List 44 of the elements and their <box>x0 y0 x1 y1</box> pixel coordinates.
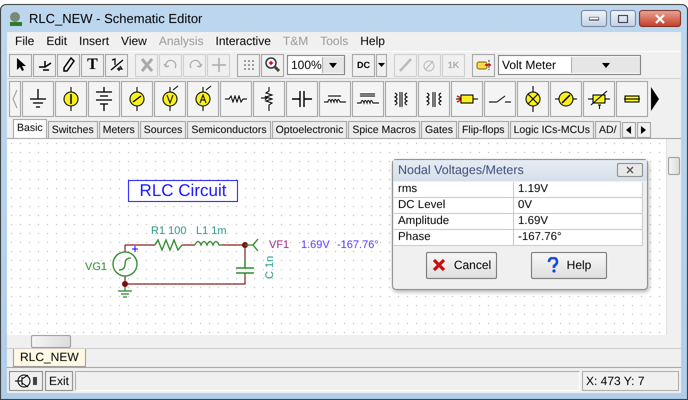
component-label: C 1n <box>264 256 276 279</box>
probe-label: VF1 <box>269 238 290 251</box>
circuit-title: RLC Circuit <box>128 180 238 202</box>
table-cell: -167.76° <box>514 230 643 246</box>
document-tab[interactable]: RLC_NEW <box>13 348 86 367</box>
probe-value: 1.69V <box>301 238 330 251</box>
category-tab[interactable]: Gates <box>420 120 457 138</box>
analysis-button[interactable]: DC <box>352 54 375 77</box>
table-cell: rms <box>394 182 514 198</box>
table-cell: 1.19V <box>514 182 643 198</box>
category-tab[interactable]: Optoelectronic <box>272 120 348 138</box>
category-tab[interactable]: Semiconductors <box>187 120 271 138</box>
cursor-coordinates: X: 473 Y: 7 <box>582 370 679 391</box>
dialog-title: Nodal Voltages/Meters <box>398 163 524 178</box>
zoom-field[interactable]: 100% <box>287 55 345 76</box>
menu-item[interactable]: Insert <box>73 34 116 48</box>
table-cell: 1.69V <box>514 214 643 230</box>
category-tab[interactable]: Switches <box>48 120 98 138</box>
table-cell: 0V <box>514 198 643 214</box>
component-field[interactable]: Volt Meter <box>498 55 641 76</box>
menu-item[interactable]: View <box>115 34 153 48</box>
category-tab[interactable]: Sources <box>140 120 186 138</box>
category-tab[interactable]: AD/ <box>595 120 621 138</box>
table-cell: Phase <box>394 230 514 246</box>
category-tab[interactable]: Flip-flops <box>458 120 509 138</box>
probe-value: -167.76° <box>337 238 379 251</box>
category-tab[interactable]: Logic ICs-MCUs <box>510 120 594 138</box>
table-cell: Amplitude <box>394 214 514 230</box>
menu-item[interactable]: Interactive <box>210 34 277 48</box>
exit-button[interactable]: Exit <box>45 370 74 391</box>
menu-item[interactable]: Edit <box>40 34 74 48</box>
window-title: RLC_NEW - Schematic Editor <box>29 11 202 26</box>
text-tool-button[interactable]: T <box>81 54 104 77</box>
category-tab[interactable]: Meters <box>98 120 139 138</box>
table-cell: DC Level <box>394 198 514 214</box>
category-tab[interactable]: Basic <box>13 118 47 138</box>
menu-item[interactable]: Help <box>354 34 391 48</box>
menu-item[interactable]: File <box>9 34 40 48</box>
category-tab[interactable]: Spice Macros <box>348 120 420 138</box>
component-label: R1 100 <box>151 224 186 237</box>
cancel-button[interactable]: Cancel <box>426 252 497 279</box>
help-button[interactable]: Help <box>531 252 607 279</box>
component-label: L1 1m <box>196 224 227 237</box>
component-label: VG1 <box>85 260 108 273</box>
